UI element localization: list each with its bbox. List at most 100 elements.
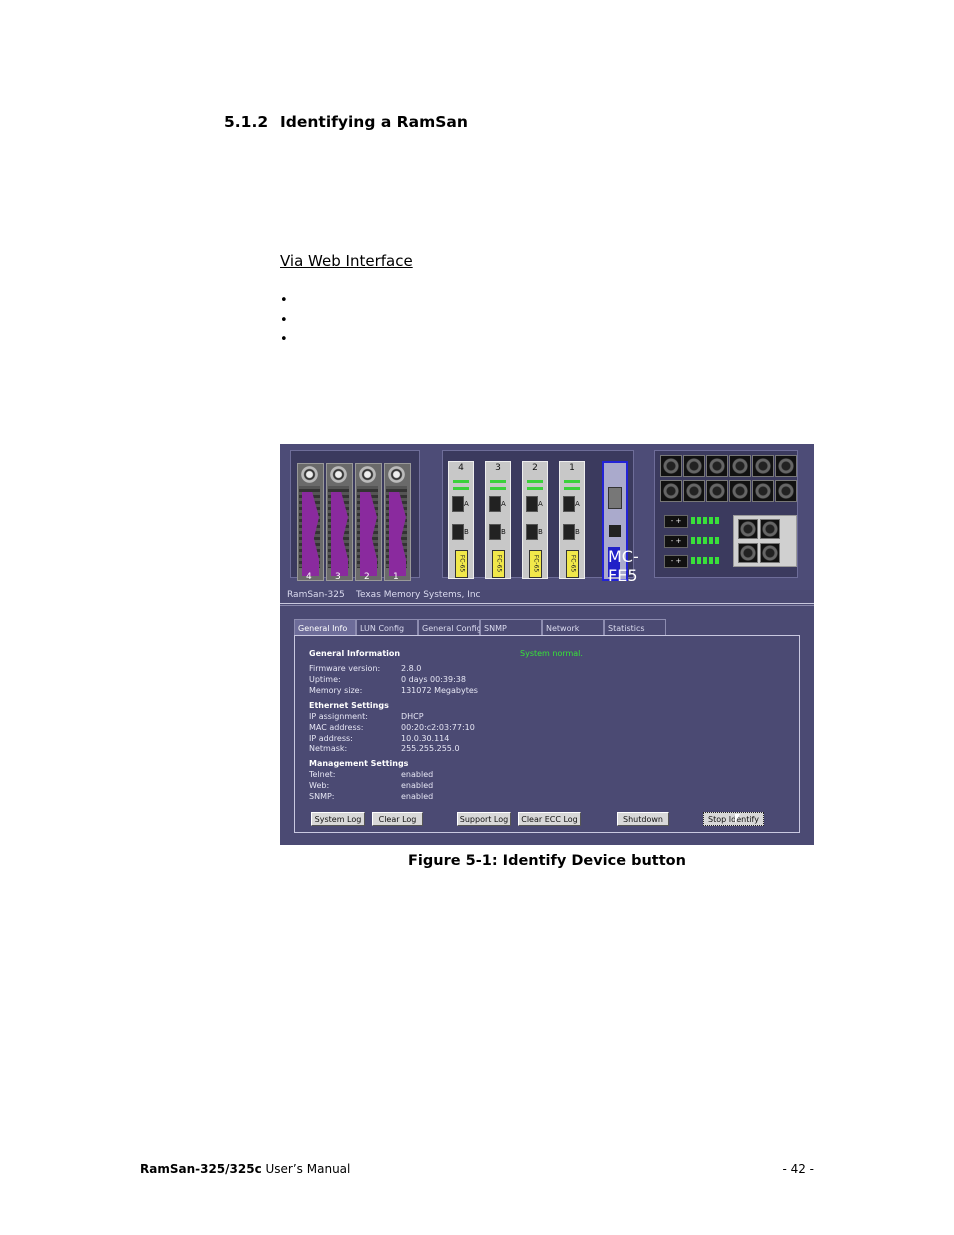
fan-icon [729,480,751,502]
drive-bay: 4 3 2 1 [290,450,420,582]
card-number: 4 [458,463,464,473]
clear-log-button[interactable]: Clear Log [372,812,423,826]
field-value: 10.0.30.114 [401,734,450,743]
section-title: Identifying a RamSan [280,113,468,131]
field-label: Firmware version: [309,664,381,673]
system-log-button[interactable]: System Log [311,812,365,826]
product-name: RamSan-325 [287,590,345,600]
fan-icon [683,480,705,502]
clear-ecc-log-button[interactable]: Clear ECC Log [518,812,581,826]
stop-identify-button[interactable]: Stop Identify [703,812,764,826]
drive-knob-icon [388,466,405,483]
card-number: 1 [569,463,575,473]
psu-switch[interactable]: - + [664,515,688,528]
mgmt-tag: MC-FE5 [608,547,639,585]
field-value: 131072 Megabytes [401,686,478,695]
management-header: Management Settings [309,759,409,768]
drive-slot[interactable]: 2 [355,463,382,582]
field-label: Memory size: [309,686,363,695]
port-a-icon [452,496,464,512]
card-number: 3 [495,463,501,473]
tab-lun-config[interactable]: LUN Config [356,619,418,635]
tab-general-config[interactable]: General Config [418,619,482,635]
field-label: Netmask: [309,744,348,753]
subheading: Via Web Interface [280,252,413,270]
bullet-2: • [280,313,288,328]
status-text: System normal. [520,649,583,658]
card-tag: FC-65 [455,550,468,578]
footer-left: RamSan-325/325c User’s Manual [140,1162,350,1176]
psu-fan-icon [733,515,797,567]
serial-port-icon [608,487,622,509]
fan-icon [775,455,797,477]
tab-network[interactable]: Network [542,619,604,635]
port-b-icon [452,524,464,540]
field-label: IP assignment: [309,712,368,721]
figure-screenshot: 4 3 2 1 4 A B FC-65 3 A B FC-65 2 A B FC… [280,444,814,845]
psu-switch[interactable]: - + [664,535,688,548]
port-a-icon [489,496,501,512]
fan-psu-bay: - + - + - + [654,450,798,578]
port-b-icon [526,524,538,540]
field-value: enabled [401,781,434,790]
section-heading: 5.1.2 Identifying a RamSan [224,113,468,131]
card-bay: 4 A B FC-65 3 A B FC-65 2 A B FC-65 1 A … [442,450,639,585]
divider [280,605,814,606]
footer-product: RamSan-325/325c [140,1162,262,1176]
port-b-icon [489,524,501,540]
field-label: SNMP: [309,792,335,801]
ethernet-header: Ethernet Settings [309,701,389,710]
field-label: MAC address: [309,723,364,732]
drive-knob-icon [359,466,376,483]
tab-statistics[interactable]: Statistics [604,619,666,635]
figure-caption: Figure 5-1: Identify Device button [408,853,686,869]
psu-led-icon [691,537,719,544]
fc-card[interactable]: 4 A B FC-65 [448,461,474,579]
field-value: DHCP [401,712,424,721]
psu-led-icon [691,517,719,524]
field-value: enabled [401,770,434,779]
bullet-3: • [280,332,288,347]
general-info-header: General Information [309,649,401,658]
drive-slot[interactable]: 4 [297,463,324,582]
chassis-image: 4 3 2 1 4 A B FC-65 3 A B FC-65 2 A B FC… [280,444,814,590]
fc-card[interactable]: 3 A B FC-65 [485,461,511,579]
card-tag: FC-65 [529,550,542,578]
drive-slot[interactable]: 1 [384,463,411,582]
field-label: IP address: [309,734,353,743]
field-label: Web: [309,781,330,790]
support-log-button[interactable]: Support Log [457,812,511,826]
drive-number: 3 [335,572,341,582]
tab-snmp[interactable]: SNMP [480,619,542,635]
tab-general-info[interactable]: General Info [294,619,356,635]
field-value: enabled [401,792,434,801]
drive-number: 4 [306,572,312,582]
fan-icon [775,480,797,502]
fc-card[interactable]: 1 A B FC-65 [559,461,585,579]
field-value: 00:20:c2:03:77:10 [401,723,475,732]
fan-icon [683,455,705,477]
fan-icon [706,480,728,502]
field-label: Uptime: [309,675,341,684]
shutdown-button[interactable]: Shutdown [617,812,669,826]
port-a-icon [526,496,538,512]
psu-led-icon [691,557,719,564]
drive-knob-icon [301,466,318,483]
field-value: 2.8.0 [401,664,422,673]
bullet-1: • [280,293,288,308]
fan-icon [706,455,728,477]
port-b-icon [563,524,575,540]
field-value: 0 days 00:39:38 [401,675,466,684]
card-tag: FC-65 [566,550,579,578]
psu-switch[interactable]: - + [664,555,688,568]
fan-icon [752,455,774,477]
fc-card[interactable]: 2 A B FC-65 [522,461,548,579]
port-a-icon [563,496,575,512]
section-number: 5.1.2 [224,113,269,131]
drive-slot[interactable]: 3 [326,463,353,582]
ethernet-port-icon [609,525,621,537]
fan-icon [660,455,682,477]
title-bar: RamSan-325 Texas Memory Systems, Inc [280,590,814,604]
management-card[interactable]: MC-FE5 [602,461,639,585]
drive-number: 1 [393,572,399,582]
